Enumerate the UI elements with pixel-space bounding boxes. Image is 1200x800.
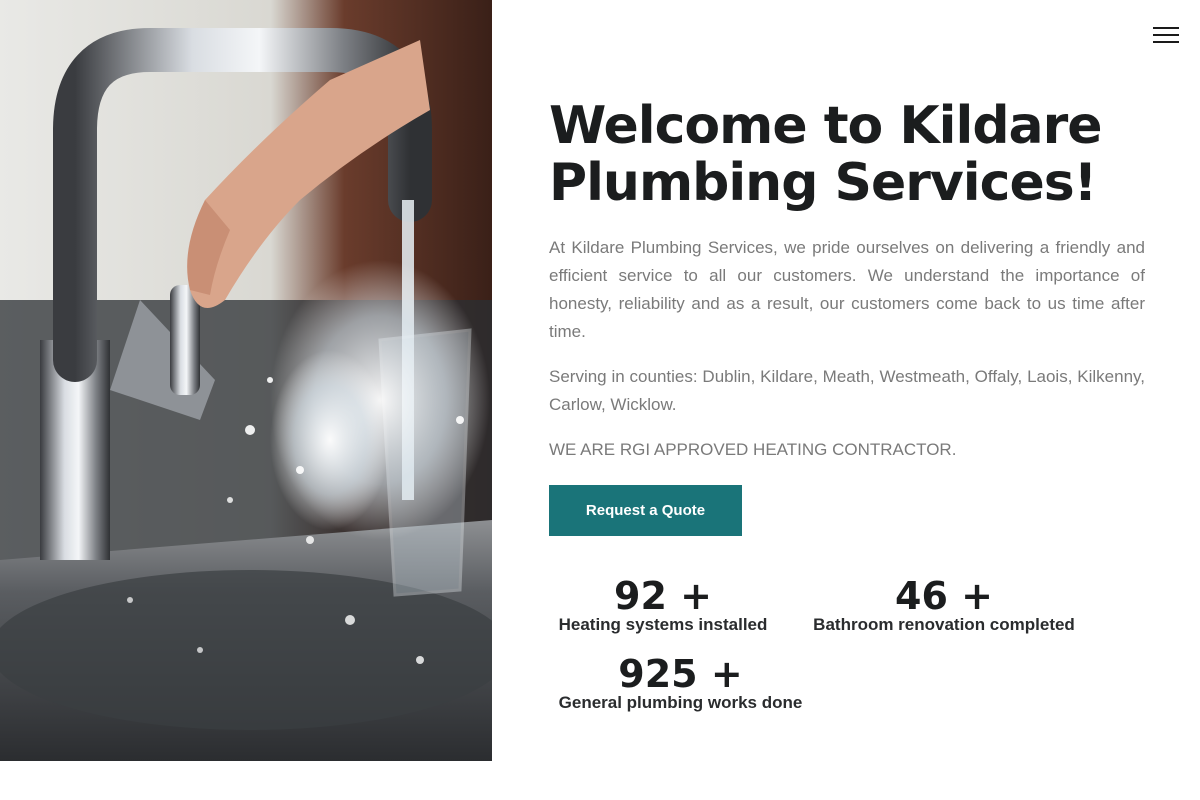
hero-content: Welcome to Kildare Plumbing Services! At… — [549, 98, 1145, 536]
menu-line — [1153, 41, 1179, 43]
menu-line — [1153, 27, 1179, 29]
service-counties: Serving in counties: Dublin, Kildare, Me… — [549, 367, 1145, 414]
stat-heating: 92 + Heating systems installed — [549, 576, 777, 636]
stat-number: 92 + — [614, 574, 712, 618]
page-title: Welcome to Kildare Plumbing Services! — [549, 96, 1103, 213]
stat-label: Bathroom renovation completed — [813, 615, 1075, 634]
rgi-approval-text: WE ARE RGI APPROVED HEATING CONTRACTOR. — [549, 440, 957, 459]
stat-bathroom: 46 + Bathroom renovation completed — [800, 576, 1088, 636]
kitchen-faucet-photo — [0, 0, 492, 761]
stat-number: 46 + — [895, 574, 993, 618]
stat-number: 925 + — [618, 652, 743, 696]
stat-label: General plumbing works done — [558, 693, 803, 712]
hamburger-menu-icon[interactable] — [1150, 22, 1182, 48]
request-quote-button[interactable]: Request a Quote — [549, 485, 742, 536]
stat-plumbing: 925 + General plumbing works done — [549, 654, 812, 714]
stat-label: Heating systems installed — [558, 615, 768, 634]
intro-paragraph: At Kildare Plumbing Services, we pride o… — [549, 238, 1145, 341]
menu-line — [1153, 34, 1179, 36]
page: Welcome to Kildare Plumbing Services! At… — [0, 0, 1200, 800]
